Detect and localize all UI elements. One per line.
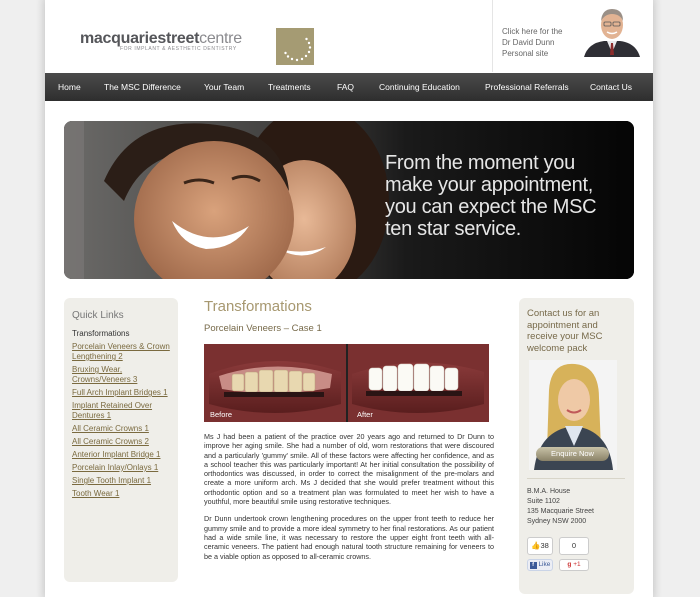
hero-banner: From the moment you make your appointmen… bbox=[64, 121, 634, 279]
dr-dunn-photo bbox=[574, 3, 650, 57]
quick-link-bruxing-wear[interactable]: Bruxing Wear, Crowns/Veneers 3 bbox=[72, 365, 170, 385]
main-content: Transformations Porcelain Veneers – Case… bbox=[204, 298, 494, 597]
nav-your-team[interactable]: Your Team bbox=[204, 82, 244, 92]
after-label: After bbox=[357, 410, 373, 419]
facebook-icon: f bbox=[529, 562, 537, 569]
google-plus-count: 0 bbox=[559, 537, 589, 555]
case-paragraph-1: Ms J had been a patient of the practice … bbox=[204, 432, 494, 507]
logo-mark-icon bbox=[276, 28, 314, 65]
quick-link-ceramic-crowns-1[interactable]: All Ceramic Crowns 1 bbox=[72, 424, 170, 434]
quick-links-panel: Quick Links Transformations Porcelain Ve… bbox=[64, 298, 178, 582]
quick-link-single-tooth-implant[interactable]: Single Tooth Implant 1 bbox=[72, 476, 170, 486]
promo-text: Click here for the Dr David Dunn Persona… bbox=[502, 27, 563, 58]
nav-home[interactable]: Home bbox=[58, 82, 81, 92]
contact-panel: Contact us for an appointment and receiv… bbox=[519, 298, 634, 594]
logo-tagline: FOR IMPLANT & AESTHETIC DENTISTRY bbox=[120, 46, 237, 52]
dr-dunn-personal-site-link[interactable]: Click here for the Dr David Dunn Persona… bbox=[492, 0, 653, 72]
nav-msc-difference[interactable]: The MSC Difference bbox=[104, 82, 181, 92]
page-shadow-right bbox=[653, 0, 662, 597]
address-block: B.M.A. House Suite 1102 135 Macquarie St… bbox=[527, 488, 594, 525]
quick-link-inlay-onlays[interactable]: Porcelain Inlay/Onlays 1 bbox=[72, 463, 170, 473]
page-title: Transformations bbox=[204, 298, 312, 315]
quick-link-implant-over-dentures[interactable]: Implant Retained Over Dentures 1 bbox=[72, 401, 170, 421]
page-shadow-left bbox=[36, 0, 45, 597]
social-buttons: 👍38 0 f Like g +1 bbox=[527, 537, 626, 573]
case-subtitle: Porcelain Veneers – Case 1 bbox=[204, 323, 322, 334]
hero-tagline: From the moment you make your appointmen… bbox=[385, 152, 597, 240]
nav-treatments[interactable]: Treatments bbox=[268, 82, 311, 92]
enquire-now-button[interactable]: Enquire Now bbox=[536, 447, 609, 461]
quick-link-veneers-crown-2[interactable]: Porcelain Veneers & Crown Lengthening 2 bbox=[72, 342, 170, 362]
quick-link-active: Transformations bbox=[72, 329, 130, 338]
quick-link-full-arch-bridges[interactable]: Full Arch Implant Bridges 1 bbox=[72, 388, 170, 398]
nav-faq[interactable]: FAQ bbox=[337, 82, 354, 92]
facebook-like-count: 👍38 bbox=[527, 537, 553, 555]
thumbs-up-icon: 👍 bbox=[531, 541, 541, 550]
receptionist-photo: Enquire Now bbox=[529, 360, 617, 470]
contact-title: Contact us for an appointment and receiv… bbox=[527, 308, 603, 354]
quick-link-anterior-implant-bridge[interactable]: Anterior Implant Bridge 1 bbox=[72, 450, 170, 460]
nav-contact-us[interactable]: Contact Us bbox=[590, 82, 632, 92]
before-label: Before bbox=[210, 410, 233, 419]
google-plus-button[interactable]: g +1 bbox=[559, 559, 589, 571]
contact-divider bbox=[527, 478, 625, 479]
quick-links-title: Quick Links bbox=[72, 310, 124, 321]
facebook-like-button[interactable]: f Like bbox=[527, 559, 553, 571]
quick-link-ceramic-crowns-2[interactable]: All Ceramic Crowns 2 bbox=[72, 437, 170, 447]
quick-link-tooth-wear[interactable]: Tooth Wear 1 bbox=[72, 489, 170, 499]
page: macquariestreetcentre FOR IMPLANT & AEST… bbox=[45, 0, 653, 597]
site-logo[interactable]: macquariestreetcentre FOR IMPLANT & AEST… bbox=[80, 14, 314, 65]
case-paragraph-2: Dr Dunn undertook crown lengthening proc… bbox=[204, 514, 494, 561]
google-icon: g bbox=[567, 561, 572, 568]
before-after-image: Before After bbox=[204, 344, 489, 422]
nav-continuing-education[interactable]: Continuing Education bbox=[379, 82, 460, 92]
nav-professional-referrals[interactable]: Professional Referrals bbox=[485, 82, 569, 92]
main-nav: Home The MSC Difference Your Team Treatm… bbox=[45, 73, 653, 101]
